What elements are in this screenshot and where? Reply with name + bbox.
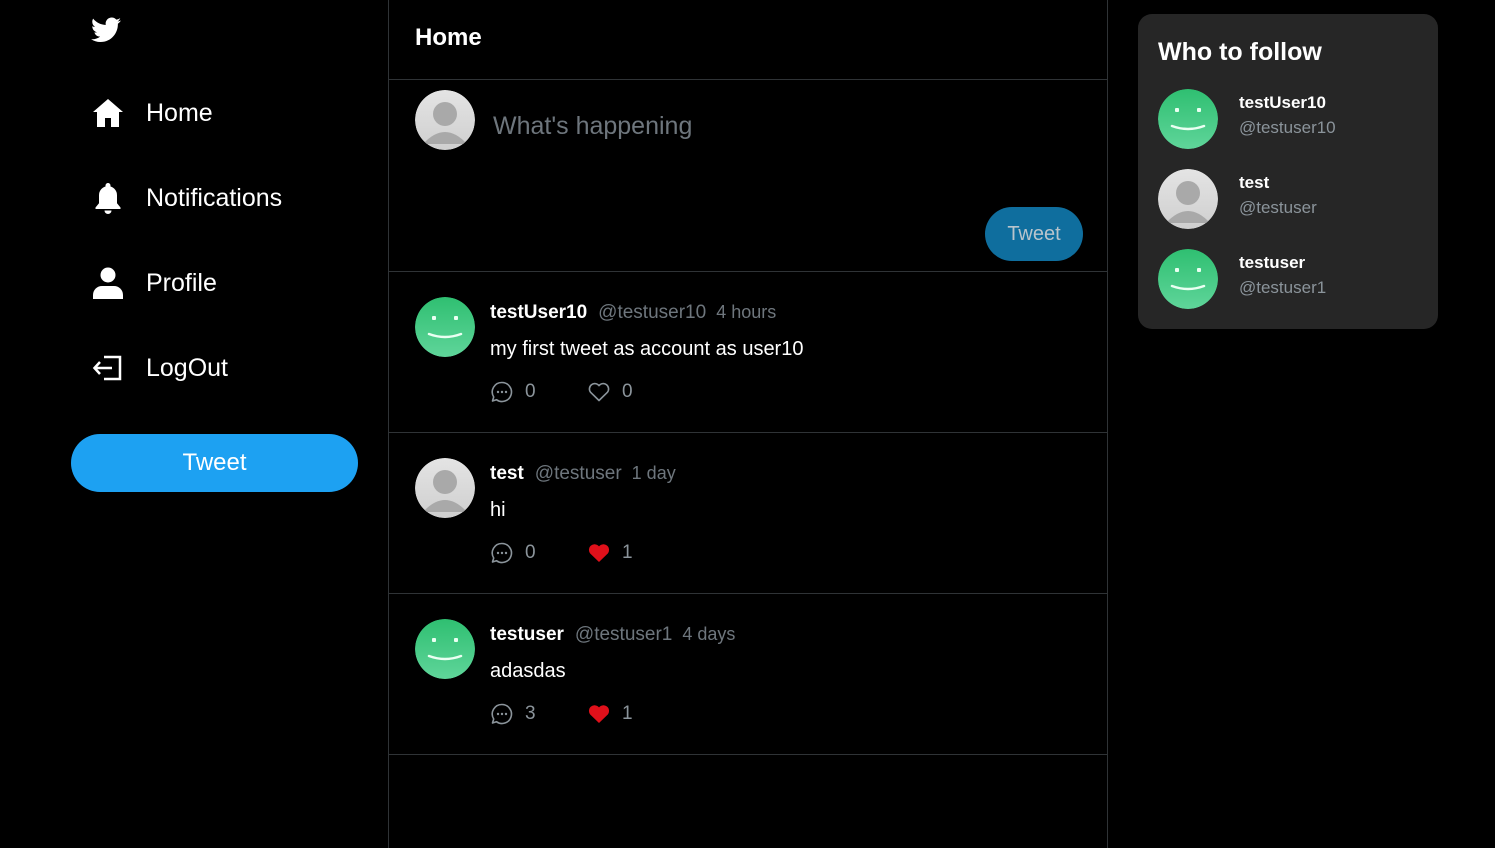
reply-button[interactable]: 0 (490, 380, 587, 404)
compose-tweet-input[interactable] (493, 108, 1073, 144)
sidebar-item-label: Notifications (146, 183, 283, 212)
tweet-text: hi (490, 499, 506, 521)
tweet-author-handle[interactable]: @testuser (535, 463, 622, 485)
who-to-follow-title: Who to follow (1158, 38, 1322, 66)
reply-icon (490, 380, 514, 404)
tweet-author-handle[interactable]: @testuser1 (575, 624, 672, 646)
tweet-author-handle[interactable]: @testuser10 (598, 302, 706, 324)
feed-header: Home (389, 0, 1107, 80)
sidebar-item-label: Profile (146, 268, 217, 297)
tweet-actions: 0 1 (490, 541, 633, 565)
suggestion-handle: @testuser10 (1239, 118, 1336, 137)
who-to-follow-panel: Who to follow testUser10 @testuser10 tes… (1138, 14, 1438, 329)
tweet-item[interactable]: testUser10 @testuser10 4 hours my first … (389, 272, 1107, 433)
heart-filled-icon (587, 541, 611, 565)
heart-filled-icon (587, 702, 611, 726)
suggestion-name[interactable]: test (1239, 173, 1269, 193)
tweet-timestamp: 4 days (682, 624, 736, 644)
reply-button[interactable]: 3 (490, 702, 587, 726)
sidebar-item-logout[interactable]: LogOut (91, 348, 228, 388)
reply-count: 0 (525, 542, 536, 563)
like-button[interactable]: 0 (587, 380, 633, 404)
tweet-avatar[interactable] (415, 458, 475, 518)
tweet-item[interactable]: testuser @testuser1 4 days adasdas 3 1 (389, 594, 1107, 755)
sidebar-item-home[interactable]: Home (91, 93, 213, 133)
like-count: 1 (622, 703, 633, 724)
suggestion-handle: @testuser1 (1239, 278, 1327, 297)
like-count: 1 (622, 542, 633, 563)
tweet-timestamp: 1 day (631, 463, 676, 483)
suggestion-handle: @testuser (1239, 198, 1317, 217)
follow-suggestion[interactable]: testUser10 @testuser10 (1158, 89, 1428, 149)
suggestion-avatar[interactable] (1158, 169, 1218, 229)
composer-avatar (415, 90, 475, 150)
tweet-meta: test @testuser 1 day (490, 463, 676, 485)
user-icon (91, 266, 125, 300)
page-title: Home (415, 24, 482, 51)
tweet-text: adasdas (490, 660, 566, 682)
sidebar-item-label: Home (146, 98, 213, 127)
like-button[interactable]: 1 (587, 541, 633, 565)
tweet-actions: 3 1 (490, 702, 633, 726)
sidebar-tweet-button[interactable]: Tweet (71, 434, 358, 492)
follow-suggestion[interactable]: testuser @testuser1 (1158, 249, 1428, 309)
main-feed: Home Tweet testUser10 @testuser10 4 hour… (388, 0, 1108, 848)
tweet-text: my first tweet as account as user10 (490, 338, 804, 360)
reply-count: 0 (525, 381, 536, 402)
follow-suggestion[interactable]: test @testuser (1158, 169, 1428, 229)
tweet-author-name[interactable]: testuser (490, 624, 564, 646)
reply-button[interactable]: 0 (490, 541, 587, 565)
twitter-bird-icon[interactable] (91, 16, 121, 44)
heart-outline-icon (587, 380, 611, 404)
suggestion-name[interactable]: testUser10 (1239, 93, 1326, 113)
left-sidebar: Home Notifications Profile LogOut Tweet (0, 0, 388, 848)
tweet-author-name[interactable]: testUser10 (490, 302, 587, 324)
suggestion-avatar[interactable] (1158, 249, 1218, 309)
home-icon (91, 96, 125, 130)
sidebar-item-label: LogOut (146, 353, 229, 382)
tweet-author-name[interactable]: test (490, 463, 524, 485)
tweet-avatar[interactable] (415, 619, 475, 679)
reply-count: 3 (525, 703, 536, 724)
suggestion-name[interactable]: testuser (1239, 253, 1305, 273)
reply-icon (490, 541, 514, 565)
sidebar-item-profile[interactable]: Profile (91, 263, 217, 303)
bell-icon (91, 181, 125, 215)
suggestion-avatar[interactable] (1158, 89, 1218, 149)
like-count: 0 (622, 381, 633, 402)
reply-icon (490, 702, 514, 726)
tweet-item[interactable]: test @testuser 1 day hi 0 1 (389, 433, 1107, 594)
like-button[interactable]: 1 (587, 702, 633, 726)
tweet-actions: 0 0 (490, 380, 633, 404)
tweet-meta: testuser @testuser1 4 days (490, 624, 735, 646)
tweet-timestamp: 4 hours (716, 302, 777, 322)
compose-tweet-button[interactable]: Tweet (985, 207, 1083, 261)
tweet-composer: Tweet (389, 80, 1107, 272)
sidebar-item-notifications[interactable]: Notifications (91, 178, 282, 218)
tweet-meta: testUser10 @testuser10 4 hours (490, 302, 776, 324)
logout-icon (91, 351, 125, 385)
tweet-avatar[interactable] (415, 297, 475, 357)
